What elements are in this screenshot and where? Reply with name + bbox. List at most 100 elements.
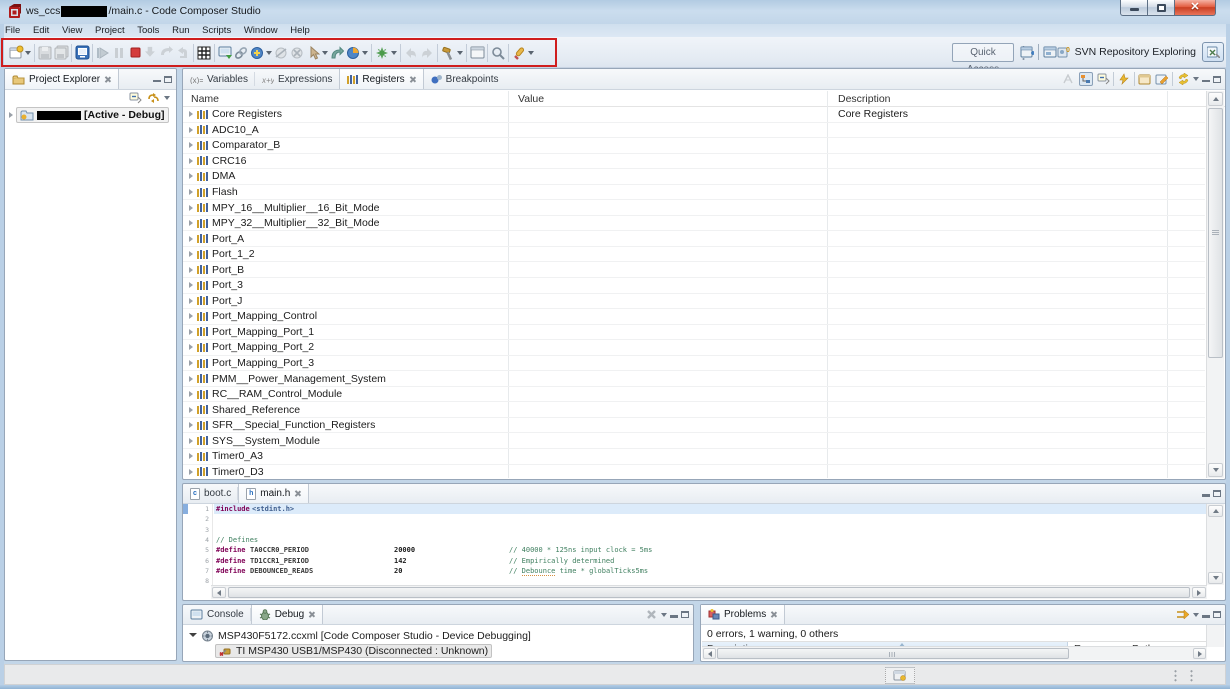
menu-project[interactable]: Project [95, 24, 125, 37]
perspective-label[interactable]: SVN Repository Exploring [1075, 46, 1196, 58]
minimize-button[interactable] [1120, 0, 1148, 16]
minimize-view-icon[interactable] [670, 615, 678, 618]
mark-occurrences-icon[interactable] [511, 45, 527, 61]
resume-icon[interactable] [95, 45, 111, 61]
tab-debug[interactable]: Debug [250, 605, 324, 624]
build-hammer-icon[interactable] [440, 45, 456, 61]
table-row[interactable]: Port_J [183, 294, 1205, 310]
show-view-icon[interactable] [217, 45, 233, 61]
menu-view[interactable]: View [62, 24, 82, 37]
disassembly-grid-icon[interactable] [196, 45, 212, 61]
menu-help[interactable]: Help [290, 24, 310, 37]
step-clock-icon[interactable] [329, 45, 345, 61]
menu-window[interactable]: Window [244, 24, 278, 37]
vertical-scrollbar[interactable] [1206, 504, 1224, 585]
mark-occurrences-dropdown[interactable] [528, 50, 534, 55]
filter-icon[interactable] [1176, 608, 1190, 622]
table-row[interactable]: Core Registers Core Registers [183, 107, 1205, 123]
edit-register-group-icon[interactable] [1155, 72, 1169, 86]
console-window-icon[interactable] [469, 45, 485, 61]
skip-breakpoints-icon[interactable] [273, 45, 289, 61]
step-over-icon[interactable] [159, 45, 175, 61]
menu-edit[interactable]: Edit [33, 24, 49, 37]
debug-icon[interactable] [74, 45, 90, 61]
tab-breakpoints[interactable]: Breakpoints [424, 69, 506, 89]
link-editor-icon[interactable] [146, 91, 160, 105]
open-perspective-icon[interactable] [1020, 45, 1034, 59]
table-row[interactable]: RC__RAM_Control_Module [183, 387, 1205, 403]
column-name[interactable]: Name [191, 93, 219, 105]
table-row[interactable]: Timer0_D3 [183, 465, 1205, 478]
profile-dropdown[interactable] [362, 50, 368, 55]
step-return-icon[interactable] [175, 45, 191, 61]
menu-tools[interactable]: Tools [137, 24, 159, 37]
table-row[interactable]: Timer0_A3 [183, 449, 1205, 465]
collapse-all-icon[interactable] [128, 91, 142, 105]
close-tab-icon[interactable] [409, 76, 416, 83]
project-tree-item[interactable]: [Active - Debug] [9, 107, 176, 123]
refresh-icon[interactable] [1176, 72, 1190, 86]
table-row[interactable]: Port_A [183, 231, 1205, 247]
expand-icon[interactable] [9, 112, 13, 118]
tab-expressions[interactable]: x+y Expressions [255, 69, 339, 89]
close-tab-icon[interactable] [104, 76, 111, 83]
table-row[interactable]: CRC16 [183, 154, 1205, 170]
active-perspective-button[interactable] [1202, 42, 1224, 62]
vertical-scrollbar[interactable] [1206, 91, 1224, 478]
statusbar-button[interactable] [885, 667, 915, 684]
new-register-group-icon[interactable] [1138, 72, 1152, 86]
minimize-view-icon[interactable] [1202, 615, 1210, 618]
table-row[interactable]: ADC10_A [183, 123, 1205, 139]
menu-file[interactable]: File [5, 24, 20, 37]
column-description[interactable]: Description [838, 93, 891, 105]
back-icon[interactable] [403, 45, 419, 61]
view-menu-icon[interactable] [1193, 77, 1199, 81]
table-row[interactable]: Port_3 [183, 278, 1205, 294]
build-hammer-dropdown[interactable] [457, 50, 463, 55]
maximize-view-icon[interactable] [164, 75, 172, 83]
column-value[interactable]: Value [518, 93, 544, 105]
minimize-view-icon[interactable] [153, 79, 161, 83]
vertical-scrollbar[interactable] [1206, 625, 1224, 647]
code-editor[interactable]: 1 2 3 4 5 6 7 8 #include <stdint.h> // D… [183, 504, 1207, 585]
table-row[interactable]: MPY_16__Multiplier__16_Bit_Mode [183, 200, 1205, 216]
menu-run[interactable]: Run [172, 24, 189, 37]
close-tab-icon[interactable] [308, 611, 315, 618]
remove-breakpoints-icon[interactable] [289, 45, 305, 61]
table-row[interactable]: Port_Mapping_Control [183, 309, 1205, 325]
close-button[interactable]: ✕ [1174, 0, 1216, 16]
tab-console[interactable]: Console [183, 605, 251, 624]
pointer-mode-icon[interactable] [305, 45, 321, 61]
table-row[interactable]: Port_1_2 [183, 247, 1205, 263]
maximize-view-icon[interactable] [681, 611, 689, 618]
profile-icon[interactable] [345, 45, 361, 61]
tab-project-explorer[interactable]: Project Explorer [5, 69, 120, 89]
collapse-icon[interactable] [189, 633, 197, 640]
save-icon[interactable] [37, 45, 53, 61]
tab-main-h[interactable]: h main.h [238, 484, 310, 503]
svn-perspective-icon[interactable]: 0 [1057, 45, 1071, 59]
ccs-edit-perspective-icon[interactable] [1043, 45, 1057, 59]
search-icon[interactable] [490, 45, 506, 61]
horizontal-scrollbar[interactable] [702, 646, 1207, 660]
table-row[interactable]: DMA [183, 169, 1205, 185]
close-tab-icon[interactable] [294, 490, 301, 497]
tab-variables[interactable]: (x)= Variables [183, 69, 255, 89]
restart-icon[interactable] [249, 45, 265, 61]
debug-tree-item-target[interactable]: MSP430F5172.ccxml [Code Composer Studio … [189, 628, 693, 643]
flash-refresh-icon[interactable] [1117, 72, 1131, 86]
tab-registers[interactable]: Registers [339, 69, 424, 89]
table-row[interactable]: Port_Mapping_Port_1 [183, 325, 1205, 341]
restore-button[interactable] [1147, 0, 1175, 16]
table-row[interactable]: Comparator_B [183, 138, 1205, 154]
minimize-view-icon[interactable] [1202, 494, 1210, 497]
view-menu-icon[interactable] [661, 612, 667, 617]
terminate-icon[interactable] [127, 45, 143, 61]
step-into-icon[interactable] [143, 45, 159, 61]
table-row[interactable]: Port_B [183, 262, 1205, 279]
link-icon[interactable] [233, 45, 249, 61]
new-wizard-icon[interactable] [8, 45, 24, 61]
maximize-view-icon[interactable] [1213, 490, 1221, 497]
table-row[interactable]: Port_Mapping_Port_2 [183, 340, 1205, 356]
forward-icon[interactable] [419, 45, 435, 61]
